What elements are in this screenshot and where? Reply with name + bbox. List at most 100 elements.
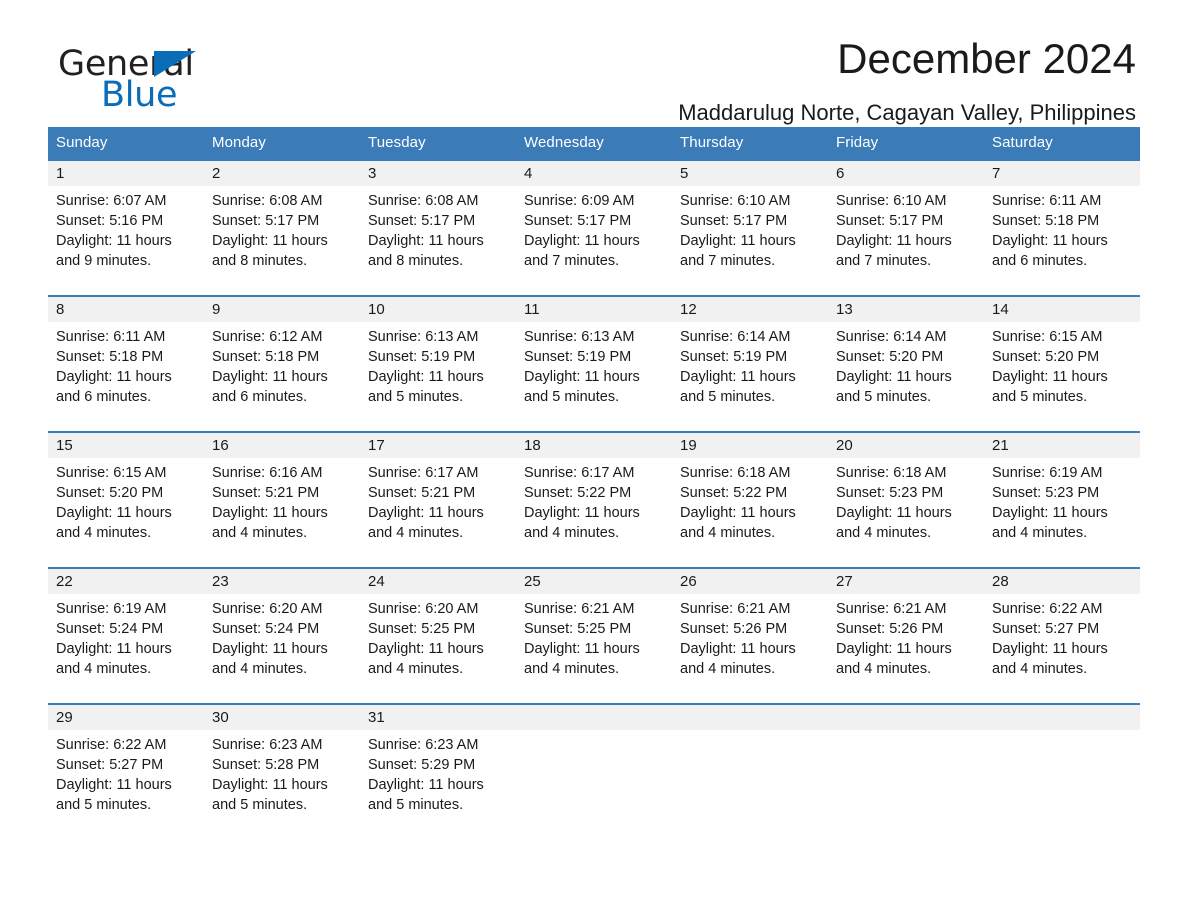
- calendar-day-cell[interactable]: 28 Sunrise: 6:22 AM Sunset: 5:27 PM Dayligh…: [984, 567, 1140, 687]
- day-number: 20: [828, 433, 984, 458]
- calendar-day-cell[interactable]: 14 Sunrise: 6:15 AM Sunset: 5:20 PM Dayligh…: [984, 295, 1140, 415]
- general-blue-logo[interactable]: General Blue: [58, 44, 358, 115]
- calendar-header-row: Sunday Monday Tuesday Wednesday Thursday…: [48, 127, 1140, 160]
- day-number: 11: [516, 297, 672, 322]
- logo-text-blue: Blue: [101, 75, 178, 115]
- sunset-text: Sunset: 5:20 PM: [836, 349, 944, 365]
- sunrise-text: Sunrise: 6:21 AM: [836, 601, 947, 617]
- calendar-day-cell[interactable]: 9 Sunrise: 6:12 AM Sunset: 5:18 PM Daylight…: [204, 295, 360, 415]
- sunrise-text: Sunrise: 6:20 AM: [212, 601, 323, 617]
- calendar-day-cell[interactable]: 22 Sunrise: 6:19 AM Sunset: 5:24 PM Dayligh…: [48, 567, 204, 687]
- calendar-day-cell[interactable]: 24 Sunrise: 6:20 AM Sunset: 5:25 PM Dayligh…: [360, 567, 516, 687]
- day-number: 9: [204, 297, 360, 322]
- weekday-header-wednesday: Wednesday: [516, 127, 672, 160]
- sunset-text: Sunset: 5:17 PM: [368, 213, 476, 229]
- daylight-text-line1: Daylight: 11 hours: [992, 233, 1108, 249]
- day-number: 26: [672, 569, 828, 594]
- sunset-text: Sunset: 5:20 PM: [56, 485, 164, 501]
- daylight-text-line2: and 5 minutes.: [524, 389, 620, 405]
- calendar-week-row: 1 Sunrise: 6:07 AM Sunset: 5:16 PM Daylight…: [48, 159, 1140, 279]
- week-spacer: [48, 279, 1140, 296]
- calendar-day-cell[interactable]: 23 Sunrise: 6:20 AM Sunset: 5:24 PM Dayligh…: [204, 567, 360, 687]
- daylight-text-line1: Daylight: 11 hours: [212, 233, 328, 249]
- day-details: Sunrise: 6:10 AM Sunset: 5:17 PM Daylight:…: [672, 186, 828, 271]
- day-number: 15: [48, 433, 204, 458]
- sunset-text: Sunset: 5:19 PM: [680, 349, 788, 365]
- day-number: 21: [984, 433, 1140, 458]
- sunrise-text: Sunrise: 6:14 AM: [680, 329, 791, 345]
- sunset-text: Sunset: 5:22 PM: [524, 485, 632, 501]
- calendar-day-cell[interactable]: 17 Sunrise: 6:17 AM Sunset: 5:21 PM Dayligh…: [360, 431, 516, 551]
- day-number: 23: [204, 569, 360, 594]
- calendar-day-cell[interactable]: 5 Sunrise: 6:10 AM Sunset: 5:17 PM Daylight…: [672, 159, 828, 279]
- sunrise-text: Sunrise: 6:18 AM: [836, 465, 947, 481]
- calendar-day-cell[interactable]: 16 Sunrise: 6:16 AM Sunset: 5:21 PM Dayligh…: [204, 431, 360, 551]
- weekday-header-thursday: Thursday: [672, 127, 828, 160]
- calendar-day-cell[interactable]: 12 Sunrise: 6:14 AM Sunset: 5:19 PM Dayligh…: [672, 295, 828, 415]
- day-details: Sunrise: 6:14 AM Sunset: 5:20 PM Daylight:…: [828, 322, 984, 407]
- calendar-day-cell[interactable]: 11 Sunrise: 6:13 AM Sunset: 5:19 PM Dayligh…: [516, 295, 672, 415]
- sunrise-text: Sunrise: 6:13 AM: [368, 329, 479, 345]
- calendar-day-cell[interactable]: 21 Sunrise: 6:19 AM Sunset: 5:23 PM Dayligh…: [984, 431, 1140, 551]
- daylight-text-line1: Daylight: 11 hours: [368, 777, 484, 793]
- sunset-text: Sunset: 5:21 PM: [368, 485, 476, 501]
- daylight-text-line2: and 5 minutes.: [992, 389, 1088, 405]
- day-details: Sunrise: 6:18 AM Sunset: 5:23 PM Daylight:…: [828, 458, 984, 543]
- calendar-day-cell[interactable]: 31 Sunrise: 6:23 AM Sunset: 5:29 PM Dayligh…: [360, 703, 516, 823]
- day-number: 29: [48, 705, 204, 730]
- sunset-text: Sunset: 5:19 PM: [368, 349, 476, 365]
- daylight-text-line2: and 6 minutes.: [992, 253, 1088, 269]
- calendar-day-cell[interactable]: 3 Sunrise: 6:08 AM Sunset: 5:17 PM Daylight…: [360, 159, 516, 279]
- daylight-text-line2: and 6 minutes.: [56, 389, 152, 405]
- daylight-text-line1: Daylight: 11 hours: [56, 369, 172, 385]
- calendar-week-row: 15 Sunrise: 6:15 AM Sunset: 5:20 PM Dayligh…: [48, 431, 1140, 551]
- calendar-day-cell[interactable]: 10 Sunrise: 6:13 AM Sunset: 5:19 PM Dayligh…: [360, 295, 516, 415]
- daylight-text-line1: Daylight: 11 hours: [524, 369, 640, 385]
- calendar-day-cell[interactable]: 13 Sunrise: 6:14 AM Sunset: 5:20 PM Dayligh…: [828, 295, 984, 415]
- sunrise-text: Sunrise: 6:11 AM: [992, 193, 1102, 209]
- daylight-text-line1: Daylight: 11 hours: [212, 641, 328, 657]
- calendar-day-cell[interactable]: 30 Sunrise: 6:23 AM Sunset: 5:28 PM Dayligh…: [204, 703, 360, 823]
- day-number: 31: [360, 705, 516, 730]
- calendar-day-cell[interactable]: 6 Sunrise: 6:10 AM Sunset: 5:17 PM Daylight…: [828, 159, 984, 279]
- calendar-day-cell[interactable]: 19 Sunrise: 6:18 AM Sunset: 5:22 PM Dayligh…: [672, 431, 828, 551]
- day-number: 17: [360, 433, 516, 458]
- calendar-day-cell[interactable]: 20 Sunrise: 6:18 AM Sunset: 5:23 PM Dayligh…: [828, 431, 984, 551]
- day-details: Sunrise: 6:20 AM Sunset: 5:25 PM Daylight:…: [360, 594, 516, 679]
- daylight-text-line1: Daylight: 11 hours: [680, 369, 796, 385]
- calendar-day-cell[interactable]: 7 Sunrise: 6:11 AM Sunset: 5:18 PM Daylight…: [984, 159, 1140, 279]
- calendar-day-cell[interactable]: 25 Sunrise: 6:21 AM Sunset: 5:25 PM Dayligh…: [516, 567, 672, 687]
- daylight-text-line1: Daylight: 11 hours: [524, 233, 640, 249]
- calendar-day-cell[interactable]: 29 Sunrise: 6:22 AM Sunset: 5:27 PM Dayligh…: [48, 703, 204, 823]
- calendar-day-cell[interactable]: 1 Sunrise: 6:07 AM Sunset: 5:16 PM Daylight…: [48, 159, 204, 279]
- sunrise-sunset-calendar-table: Sunday Monday Tuesday Wednesday Thursday…: [48, 127, 1140, 823]
- day-number: 1: [48, 161, 204, 186]
- sunset-text: Sunset: 5:27 PM: [992, 621, 1100, 637]
- calendar-day-cell[interactable]: 15 Sunrise: 6:15 AM Sunset: 5:20 PM Dayligh…: [48, 431, 204, 551]
- daylight-text-line2: and 4 minutes.: [212, 525, 308, 541]
- weekday-header-tuesday: Tuesday: [360, 127, 516, 160]
- page-header: General Blue December 2024 Maddarulug No…: [48, 0, 1140, 126]
- calendar-day-cell-empty: [984, 703, 1140, 823]
- day-details: Sunrise: 6:08 AM Sunset: 5:17 PM Daylight:…: [360, 186, 516, 271]
- daylight-text-line1: Daylight: 11 hours: [680, 641, 796, 657]
- calendar-day-cell[interactable]: 18 Sunrise: 6:17 AM Sunset: 5:22 PM Dayligh…: [516, 431, 672, 551]
- daylight-text-line2: and 8 minutes.: [368, 253, 464, 269]
- day-number: 18: [516, 433, 672, 458]
- calendar-day-cell[interactable]: 4 Sunrise: 6:09 AM Sunset: 5:17 PM Daylight…: [516, 159, 672, 279]
- logo-triangle-icon: [154, 51, 196, 77]
- day-number: 22: [48, 569, 204, 594]
- calendar-day-cell[interactable]: 2 Sunrise: 6:08 AM Sunset: 5:17 PM Daylight…: [204, 159, 360, 279]
- sunset-text: Sunset: 5:18 PM: [56, 349, 164, 365]
- calendar-day-cell[interactable]: 8 Sunrise: 6:11 AM Sunset: 5:18 PM Daylight…: [48, 295, 204, 415]
- daylight-text-line2: and 4 minutes.: [992, 661, 1088, 677]
- sunrise-text: Sunrise: 6:15 AM: [992, 329, 1103, 345]
- daylight-text-line2: and 9 minutes.: [56, 253, 152, 269]
- day-details: Sunrise: 6:21 AM Sunset: 5:26 PM Daylight:…: [828, 594, 984, 679]
- sunrise-text: Sunrise: 6:08 AM: [368, 193, 479, 209]
- sunrise-text: Sunrise: 6:22 AM: [56, 737, 167, 753]
- daylight-text-line1: Daylight: 11 hours: [524, 505, 640, 521]
- calendar-day-cell[interactable]: 27 Sunrise: 6:21 AM Sunset: 5:26 PM Dayligh…: [828, 567, 984, 687]
- sunset-text: Sunset: 5:17 PM: [680, 213, 788, 229]
- calendar-day-cell[interactable]: 26 Sunrise: 6:21 AM Sunset: 5:26 PM Dayligh…: [672, 567, 828, 687]
